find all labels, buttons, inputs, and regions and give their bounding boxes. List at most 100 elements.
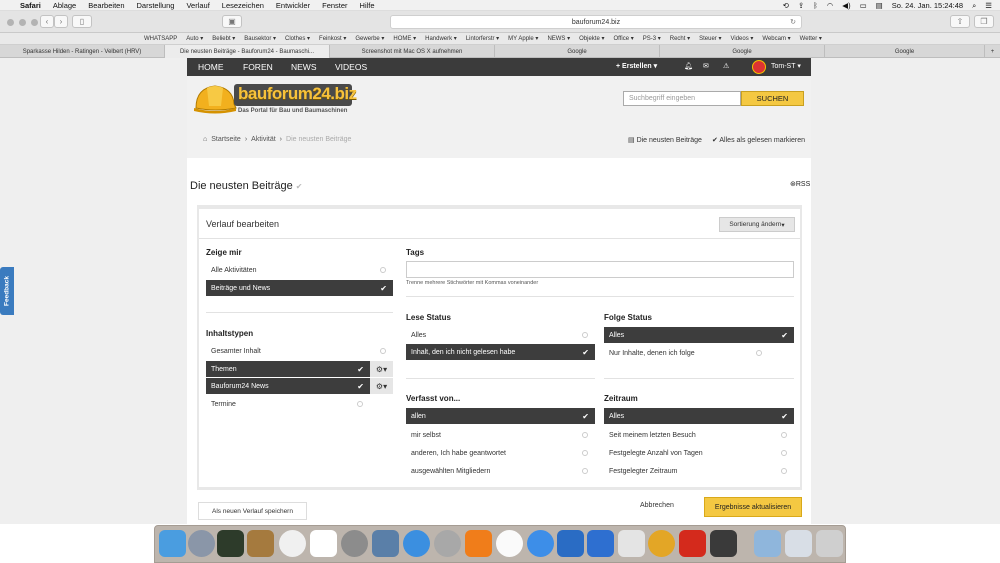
preview-icon[interactable] xyxy=(372,530,399,557)
option-time-all[interactable]: Alles ✔ xyxy=(604,408,794,424)
volume-icon[interactable]: ◀) xyxy=(842,1,850,10)
acrobat-icon[interactable] xyxy=(679,530,706,557)
cancel-button[interactable]: Abbrechen xyxy=(640,502,674,509)
envelope-icon[interactable]: ✉ xyxy=(703,62,709,70)
menu-app-name[interactable]: Safari xyxy=(20,1,41,10)
bluetooth-icon[interactable]: ᛒ xyxy=(813,1,818,10)
option-author-replied[interactable]: anderen, Ich habe geantwortet xyxy=(406,445,595,461)
time-machine-icon[interactable]: ⟲ xyxy=(783,1,789,10)
globe-icon[interactable] xyxy=(648,530,675,557)
user-avatar[interactable] xyxy=(752,60,766,74)
option-read-all[interactable]: Alles xyxy=(406,327,595,343)
nav-foren[interactable]: FOREN xyxy=(243,62,273,72)
home-icon[interactable]: ⌂ xyxy=(203,136,207,143)
option-posts-and-news[interactable]: Beiträge und News ✔ xyxy=(206,280,393,296)
bookmark-item[interactable]: NEWS ▾ xyxy=(547,35,570,42)
menu-lesezeichen[interactable]: Lesezeichen xyxy=(222,1,264,10)
nav-videos[interactable]: VIDEOS xyxy=(335,62,367,72)
option-follow-all[interactable]: Alles ✔ xyxy=(604,327,794,343)
option-author-selected-members[interactable]: ausgewählten Mitgliedern xyxy=(406,463,595,479)
option-events[interactable]: Termine xyxy=(206,396,370,412)
photos-icon[interactable] xyxy=(279,530,306,557)
back-button[interactable]: ‹ xyxy=(40,15,54,28)
create-button[interactable]: + Erstellen ▾ xyxy=(616,62,657,70)
sidebar-button[interactable]: ▯ xyxy=(72,15,92,28)
address-bar[interactable]: bauforum24.biz ↻ xyxy=(390,15,802,29)
share-button[interactable]: ⇧ xyxy=(950,15,970,28)
bookmark-item[interactable]: Feinkost ▾ xyxy=(319,35,346,42)
trash-icon[interactable] xyxy=(816,530,843,557)
reload-icon[interactable]: ↻ xyxy=(790,18,796,26)
browser-tab[interactable]: Google xyxy=(825,45,985,58)
follow-check-icon[interactable]: ✔ xyxy=(296,182,303,191)
bookmark-item[interactable]: HOME ▾ xyxy=(393,35,416,42)
bookmark-item[interactable]: Webcam ▾ xyxy=(762,35,790,42)
mark-all-read-link[interactable]: ✔ Alles als gelesen markieren xyxy=(712,136,805,144)
logo-wordmark[interactable]: bauforum24.biz xyxy=(238,84,357,104)
menu-bearbeiten[interactable]: Bearbeiten xyxy=(88,1,124,10)
browser-tab[interactable]: Google xyxy=(660,45,825,58)
app-icon[interactable] xyxy=(557,530,584,557)
search-input[interactable]: Suchbegriff eingeben xyxy=(623,91,741,106)
news-settings-button[interactable]: ⚙▾ xyxy=(370,378,393,394)
app-store-icon[interactable] xyxy=(527,530,554,557)
menu-hilfe[interactable]: Hilfe xyxy=(360,1,375,10)
breadcrumb-activity[interactable]: Aktivität xyxy=(251,136,276,143)
itunes-icon[interactable] xyxy=(496,530,523,557)
launchpad-icon[interactable] xyxy=(188,530,215,557)
option-time-range[interactable]: Festgelegter Zeitraum xyxy=(604,463,794,479)
feedback-tab[interactable]: Feedback xyxy=(0,267,14,315)
menu-verlauf[interactable]: Verlauf xyxy=(186,1,209,10)
option-followed-only[interactable]: Nur Inhalte, denen ich folge xyxy=(604,345,769,361)
app-icon[interactable] xyxy=(710,530,737,557)
folder-icon[interactable] xyxy=(754,530,781,557)
bookmark-item[interactable]: Recht ▾ xyxy=(670,35,690,42)
bookmark-item[interactable]: Gewerbe ▾ xyxy=(355,35,384,42)
app-icon[interactable] xyxy=(618,530,645,557)
bookmark-item[interactable]: Beliebt ▾ xyxy=(212,35,235,42)
menu-ablage[interactable]: Ablage xyxy=(53,1,76,10)
activity-monitor-icon[interactable] xyxy=(217,530,244,557)
warning-icon[interactable]: ⚠ xyxy=(723,62,729,70)
option-author-all[interactable]: allen ✔ xyxy=(406,408,595,424)
nav-news[interactable]: NEWS xyxy=(291,62,317,72)
option-time-since-last-visit[interactable]: Seit meinem letzten Besuch xyxy=(604,427,794,443)
browser-tab[interactable]: Sparkasse Hilden - Ratingen - Velbert (H… xyxy=(0,45,165,58)
bookmark-item[interactable]: PS-3 ▾ xyxy=(643,35,661,42)
calendar-icon[interactable] xyxy=(310,530,337,557)
browser-tab-active[interactable]: Die neusten Beiträge - Bauforum24 - Baum… xyxy=(165,45,330,58)
app-icon[interactable] xyxy=(434,530,461,557)
notification-center-icon[interactable]: ☰ xyxy=(985,1,992,10)
azuro-icon[interactable] xyxy=(587,530,614,557)
window-zoom-icon[interactable] xyxy=(31,19,38,26)
option-time-days[interactable]: Festgelegte Anzahl von Tagen xyxy=(604,445,794,461)
menu-fenster[interactable]: Fenster xyxy=(322,1,347,10)
user-menu[interactable]: Tom-ST ▾ xyxy=(771,62,801,70)
bookmark-item[interactable]: Bausektor ▾ xyxy=(244,35,276,42)
spotlight-icon[interactable]: ⌕ xyxy=(972,1,976,11)
bookmark-item[interactable]: Clothes ▾ xyxy=(285,35,310,42)
menu-darstellung[interactable]: Darstellung xyxy=(137,1,175,10)
downloads-stack-icon[interactable] xyxy=(785,530,812,557)
reader-button[interactable]: ▣ xyxy=(222,15,242,28)
option-unread-content[interactable]: Inhalt, den ich nicht gelesen habe ✔ xyxy=(406,344,595,360)
flag-de-icon[interactable]: ▤ xyxy=(876,1,883,10)
bookmark-item[interactable]: MY Apple ▾ xyxy=(508,35,538,42)
menu-datetime[interactable]: So. 24. Jan. 15:24:48 xyxy=(892,1,963,10)
save-as-new-stream-button[interactable]: Als neuen Verlauf speichern xyxy=(198,502,307,520)
bell-icon[interactable]: 🔔︎ xyxy=(684,62,693,70)
bookmark-item[interactable]: Videos ▾ xyxy=(730,35,753,42)
rss-link[interactable]: ⊛RSS xyxy=(790,180,810,188)
new-tab-button[interactable]: + xyxy=(985,45,1000,58)
bookmark-item[interactable]: Wetter ▾ xyxy=(800,35,822,42)
helmet-logo-icon[interactable] xyxy=(193,82,237,116)
update-results-button[interactable]: Ergebnisse aktualisieren xyxy=(704,497,802,517)
bookmark-item[interactable]: Lintorferstr ▾ xyxy=(466,35,499,42)
safari-icon[interactable] xyxy=(403,530,430,557)
bookmark-item[interactable]: Objekte ▾ xyxy=(579,35,604,42)
tags-input[interactable] xyxy=(406,261,794,278)
bookmark-item[interactable]: Handwerk ▾ xyxy=(425,35,457,42)
option-topics[interactable]: Themen ✔ xyxy=(206,361,370,377)
breadcrumb-home[interactable]: Startseite xyxy=(211,136,241,143)
system-preferences-icon[interactable] xyxy=(341,530,368,557)
